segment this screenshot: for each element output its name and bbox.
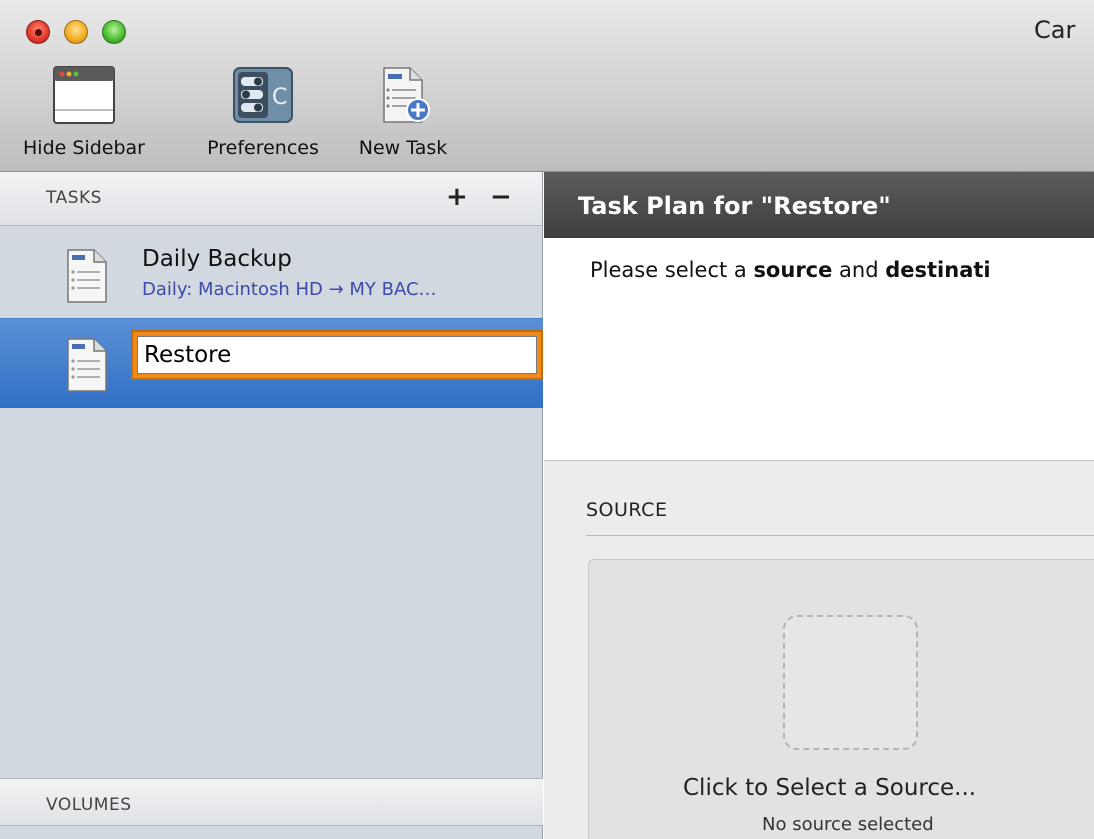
- svg-text:C: C: [272, 85, 287, 110]
- preferences-toggles-icon: C: [188, 66, 338, 129]
- task-rename-input[interactable]: [137, 336, 537, 374]
- minimize-window-button[interactable]: [64, 20, 88, 44]
- new-task-button[interactable]: New Task: [340, 66, 466, 159]
- new-task-label: New Task: [358, 137, 448, 159]
- volumes-header-label: VOLUMES: [46, 795, 132, 815]
- window-title: Car: [1034, 16, 1076, 44]
- instruction-destination-word: destinati: [885, 258, 991, 282]
- add-task-button[interactable]: +: [446, 182, 468, 212]
- volumes-header: VOLUMES: [0, 778, 543, 826]
- source-section: SOURCE Click to Select a Source... No so…: [544, 460, 1094, 839]
- task-plan-title: Task Plan for "Restore": [544, 172, 1094, 238]
- instruction-mid: and: [832, 258, 886, 282]
- window-toolbar: Car Hide Sidebar C Preferences New Task: [0, 0, 1094, 172]
- task-plan-panel: Task Plan for "Restore" Please select a …: [544, 172, 1094, 839]
- source-status: No source selected: [762, 814, 934, 835]
- select-source-button[interactable]: Click to Select a Source... No source se…: [588, 559, 1094, 839]
- task-document-icon: [66, 337, 108, 397]
- window-sidebar-icon: [0, 66, 168, 129]
- close-window-button[interactable]: [26, 20, 50, 44]
- hide-sidebar-label: Hide Sidebar: [23, 137, 145, 159]
- preferences-label: Preferences: [207, 137, 319, 159]
- source-section-title: SOURCE: [586, 499, 668, 521]
- sidebar: TASKS + − Daily Backup Daily: Macintosh …: [0, 172, 543, 839]
- tasks-header: TASKS + −: [0, 172, 542, 226]
- source-placeholder-icon: [783, 615, 918, 750]
- source-divider: [586, 535, 1094, 536]
- task-document-icon: [66, 248, 108, 308]
- task-item-restore[interactable]: [0, 318, 543, 408]
- task-schedule: Daily: Macintosh HD → MY BAC…: [142, 279, 437, 300]
- task-item-daily-backup[interactable]: Daily Backup Daily: Macintosh HD → MY BA…: [0, 226, 543, 316]
- zoom-window-button[interactable]: [102, 20, 126, 44]
- hide-sidebar-button[interactable]: Hide Sidebar: [0, 66, 168, 159]
- preferences-button[interactable]: C Preferences: [188, 66, 338, 159]
- new-task-document-icon: [340, 66, 466, 129]
- tasks-header-label: TASKS: [46, 188, 102, 208]
- task-name: Daily Backup: [142, 246, 292, 272]
- select-source-label: Click to Select a Source...: [683, 775, 977, 801]
- instruction-prefix: Please select a: [590, 258, 754, 282]
- task-plan-instruction: Please select a source and destinati: [590, 258, 991, 282]
- remove-task-button[interactable]: −: [490, 182, 512, 212]
- instruction-source-word: source: [753, 258, 833, 282]
